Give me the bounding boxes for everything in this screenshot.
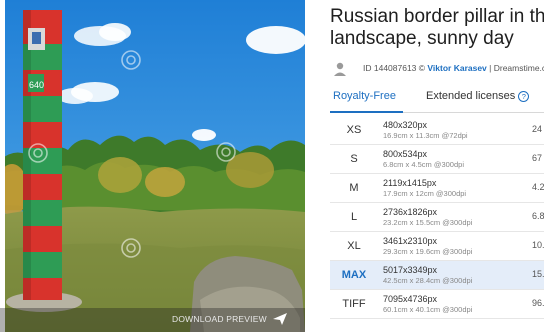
size-price: 96.1 [532, 298, 544, 308]
size-code: TIFF [342, 298, 366, 310]
size-price: 15.7 [532, 269, 544, 279]
size-print-dimensions: 23.2cm x 15.5cm @300dpi [383, 218, 473, 227]
size-pixels: 2119x1415px [383, 178, 437, 188]
size-pixels: 2736x1826px [383, 207, 438, 217]
size-print-dimensions: 17.9cm x 12cm @300dpi [383, 189, 467, 198]
tab-royalty-free[interactable]: Royalty-Free [333, 90, 396, 102]
size-pixels: 480x320px [383, 120, 428, 130]
size-price: 24 [532, 124, 543, 134]
size-pixels: 7095x4736px [383, 294, 438, 304]
image-id-text: ID 144087613 © [363, 63, 428, 73]
size-option-xs[interactable]: XS 480x320px 16.9cm x 11.3cm @72dpi 24 [330, 116, 544, 145]
image-meta: ID 144087613 © Viktor Karasev | Dreamsti… [333, 61, 544, 79]
size-pixels: 800x534px [383, 149, 428, 159]
size-pixels: 5017x3349px [383, 265, 438, 275]
image-title-line-2: landscape, sunny day [330, 28, 514, 49]
tab-extended-licenses[interactable]: Extended licenses? [426, 90, 530, 102]
svg-text:640: 640 [29, 80, 44, 90]
size-option-tiff[interactable]: TIFF 7095x4736px 60.1cm x 40.1cm @300dpi 96… [330, 290, 544, 319]
size-code: XS [346, 124, 362, 136]
size-option-max[interactable]: MAX 5017x3349px42.5cm x 28.4cm @300dpi 15.… [330, 261, 544, 290]
size-code: MAX [341, 269, 367, 281]
info-icon[interactable]: ? [518, 91, 530, 102]
size-price: 67 [532, 153, 543, 163]
image-credit: ID 144087613 © Viktor Karasev | Dreamsti… [363, 63, 544, 73]
image-title: Russian border pillar in the au landscap… [330, 6, 544, 50]
image-title-line-1: Russian border pillar in the au [330, 6, 544, 27]
size-pixels: 3461x2310px [383, 236, 438, 246]
size-print-dimensions: 6.8cm x 4.5cm @300dpi [383, 160, 464, 169]
site-credit-text: | Dreamstime.com [489, 63, 544, 73]
size-print-dimensions: 42.5cm x 28.4cm @300dpi [383, 276, 473, 285]
size-option-l[interactable]: L 2736x1826px 23.2cm x 15.5cm @300dpi 6.8 [330, 203, 544, 232]
size-code: L [350, 211, 358, 223]
photo-illustration: 640 [0, 0, 305, 332]
download-preview-label[interactable]: DOWNLOAD PREVIEW [172, 314, 267, 324]
tab-extended-licenses-label: Extended licenses [426, 90, 516, 102]
size-print-dimensions: 16.9cm x 11.3cm @72dpi [383, 131, 468, 140]
stock-photo-preview[interactable]: 640 DOWNLOAD PREVIEW [0, 0, 305, 332]
size-price: 10.1 [532, 240, 544, 250]
image-info-panel: Russian border pillar in the au landscap… [305, 0, 544, 332]
size-print-dimensions: 60.1cm x 40.1cm @300dpi [383, 305, 473, 314]
user-avatar-icon [334, 62, 346, 76]
license-tabs: Royalty-Free Extended licenses? [330, 90, 544, 113]
size-code: S [350, 153, 358, 165]
image-border [0, 0, 5, 332]
size-price: 4.2 [532, 182, 544, 192]
size-code: M [349, 182, 359, 194]
size-print-dimensions: 29.3cm x 19.6cm @300dpi [383, 247, 473, 256]
size-option-s[interactable]: S 800x534px 6.8cm x 4.5cm @300dpi 67 [330, 145, 544, 174]
size-option-xl[interactable]: XL 3461x2310px29.3cm x 19.6cm @300dpi 10.1 [330, 232, 544, 261]
size-option-m[interactable]: M 2119x1415px 17.9cm x 12cm @300dpi 4.2 [330, 174, 544, 203]
send-icon[interactable] [272, 312, 288, 326]
size-options-list: XS 480x320px 16.9cm x 11.3cm @72dpi 24 S 800x… [330, 116, 544, 319]
author-link[interactable]: Viktor Karasev [427, 63, 486, 73]
size-price: 6.8 [532, 211, 544, 221]
size-code: XL [347, 240, 361, 252]
active-tab-indicator [330, 111, 403, 113]
